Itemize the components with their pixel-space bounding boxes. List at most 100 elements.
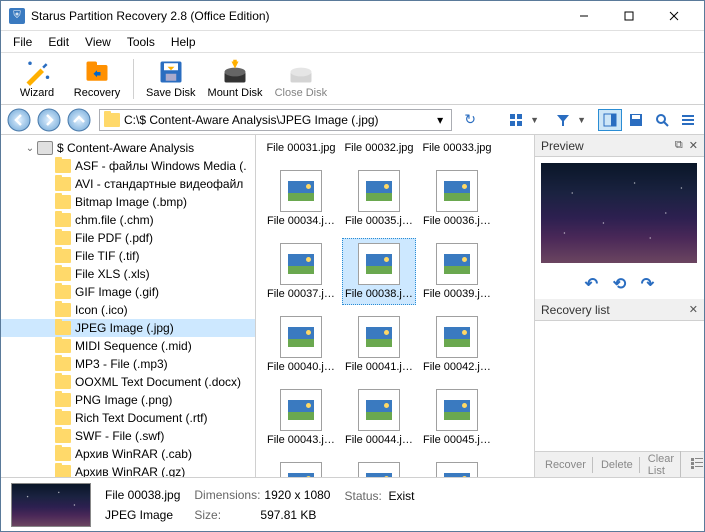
tree-root[interactable]: ⌄$ Content-Aware Analysis: [1, 139, 255, 157]
file-name: File 00037.jpg: [267, 288, 335, 300]
delete-button[interactable]: Delete: [595, 457, 640, 473]
tree-item[interactable]: PNG Image (.png): [1, 391, 255, 409]
tree-item[interactable]: Bitmap Image (.bmp): [1, 193, 255, 211]
file-item[interactable]: File 00031.jpg: [264, 141, 338, 159]
file-name: File 00031.jpg: [265, 142, 337, 154]
tree-item[interactable]: ASF - файлы Windows Media (.: [1, 157, 255, 175]
file-item[interactable]: File 00045.jpg: [420, 384, 494, 451]
file-name: File 00045.jpg: [423, 434, 491, 446]
recovery-list-close-icon[interactable]: ✕: [689, 303, 698, 316]
filter-dropdown[interactable]: ▼: [577, 115, 586, 125]
tree-item[interactable]: SWF - File (.swf): [1, 427, 255, 445]
preview-image: [541, 163, 697, 263]
close-disk-button: Close Disk: [271, 55, 332, 103]
status-size: 597.81 KB: [260, 508, 316, 522]
file-name: File 00034.jpg: [267, 215, 335, 227]
folder-icon: [104, 113, 120, 127]
tree-item[interactable]: File PDF (.pdf): [1, 229, 255, 247]
address-bar[interactable]: ▾: [99, 109, 452, 131]
window-title: Starus Partition Recovery 2.8 (Office Ed…: [31, 9, 561, 23]
file-item[interactable]: File 00036.jpg: [420, 165, 494, 232]
preview-area: [535, 157, 704, 269]
file-thumbnail-icon: [436, 170, 478, 212]
file-thumbnail-icon: [280, 462, 322, 477]
address-input[interactable]: [124, 113, 433, 127]
file-thumbnail-icon: [436, 243, 478, 285]
search-button[interactable]: [650, 109, 674, 131]
tree-item[interactable]: File XLS (.xls): [1, 265, 255, 283]
file-item[interactable]: File 00042.jpg: [420, 311, 494, 378]
nav-up-button[interactable]: [65, 107, 93, 133]
nav-back-button[interactable]: [5, 107, 33, 133]
filter-button[interactable]: [551, 109, 575, 131]
address-dropdown[interactable]: ▾: [433, 113, 447, 127]
menu-view[interactable]: View: [77, 33, 119, 51]
status-filename: File 00038.jpg: [105, 488, 180, 502]
view-mode-button[interactable]: [504, 109, 528, 131]
nav-forward-button[interactable]: [35, 107, 63, 133]
file-item[interactable]: File 00033.jpg: [420, 141, 494, 159]
maximize-button[interactable]: [606, 2, 651, 30]
file-item[interactable]: File 00040.jpg: [264, 311, 338, 378]
mount-disk-button[interactable]: Mount Disk: [204, 55, 267, 103]
tree-item[interactable]: Icon (.ico): [1, 301, 255, 319]
wizard-button[interactable]: Wizard: [9, 55, 65, 103]
menu-help[interactable]: Help: [163, 33, 204, 51]
file-thumbnail-icon: [358, 170, 400, 212]
tree-item[interactable]: MIDI Sequence (.mid): [1, 337, 255, 355]
recovery-buttons: Recover Delete Clear List: [535, 451, 704, 477]
refresh-button[interactable]: ↻: [458, 109, 482, 131]
folder-tree[interactable]: ⌄$ Content-Aware AnalysisASF - файлы Win…: [1, 135, 256, 477]
minimize-button[interactable]: [561, 2, 606, 30]
status-bar: File 00038.jpg JPEG Image Dimensions:192…: [1, 477, 704, 531]
close-button[interactable]: [651, 2, 696, 30]
clear-list-button[interactable]: Clear List: [642, 451, 681, 478]
tree-item[interactable]: MP3 - File (.mp3): [1, 355, 255, 373]
preview-close-icon[interactable]: ✕: [689, 139, 698, 152]
recovery-list[interactable]: [535, 321, 704, 451]
file-grid[interactable]: File 00031.jpg File 00032.jpgFile 00033.j…: [256, 135, 534, 477]
tree-item[interactable]: GIF Image (.gif): [1, 283, 255, 301]
file-item[interactable]: File 00041.jpg: [342, 311, 416, 378]
file-name: File 00039.jpg: [423, 288, 491, 300]
toolbar: Wizard Recovery Save Disk Mount Disk Clo…: [1, 53, 704, 105]
menu-tools[interactable]: Tools: [119, 33, 163, 51]
save-disk-button[interactable]: Save Disk: [142, 55, 200, 103]
file-item[interactable]: File 00048.jpg: [420, 457, 494, 477]
tree-item[interactable]: AVI - стандартные видеофайл: [1, 175, 255, 193]
save-view-button[interactable]: [624, 109, 648, 131]
tree-item[interactable]: JPEG Image (.jpg): [1, 319, 255, 337]
preview-pin-icon[interactable]: ⧉: [675, 139, 683, 152]
rotate-right-button[interactable]: ↷: [639, 275, 657, 293]
tree-item[interactable]: Rich Text Document (.rtf): [1, 409, 255, 427]
file-item[interactable]: File 00037.jpg: [264, 238, 338, 305]
options-button[interactable]: [676, 109, 700, 131]
file-item[interactable]: File 00039.jpg: [420, 238, 494, 305]
tree-item[interactable]: Архив WinRAR (.cab): [1, 445, 255, 463]
file-item[interactable]: File 00043.jpg: [264, 384, 338, 451]
tree-item[interactable]: chm.file (.chm): [1, 211, 255, 229]
recover-button[interactable]: Recover: [539, 457, 593, 473]
preview-pane-toggle[interactable]: [598, 109, 622, 131]
file-item[interactable]: File 00035.jpg: [342, 165, 416, 232]
tree-item[interactable]: OOXML Text Document (.docx): [1, 373, 255, 391]
navbar: ▾ ↻ ▼ ▼: [1, 105, 704, 135]
file-item[interactable]: File 00046.jpg: [264, 457, 338, 477]
tree-item[interactable]: Архив WinRAR (.gz): [1, 463, 255, 477]
rotate-reset-button[interactable]: ⟲: [611, 275, 629, 293]
file-item[interactable]: File 00044.jpg: [342, 384, 416, 451]
file-name: File 00040.jpg: [267, 361, 335, 373]
tree-item[interactable]: File TIF (.tif): [1, 247, 255, 265]
rotate-left-button[interactable]: ↶: [583, 275, 601, 293]
menu-file[interactable]: File: [5, 33, 40, 51]
view-mode-dropdown[interactable]: ▼: [530, 115, 539, 125]
file-name: File 00038.jpg: [345, 288, 413, 300]
file-item[interactable]: File 00047.jpg: [342, 457, 416, 477]
recovery-button[interactable]: Recovery: [69, 55, 125, 103]
file-item[interactable]: File 00032.jpg: [342, 141, 416, 159]
status-filetype: JPEG Image: [105, 508, 173, 522]
file-item[interactable]: File 00034.jpg: [264, 165, 338, 232]
menu-edit[interactable]: Edit: [40, 33, 77, 51]
recovery-options-icon[interactable]: [685, 455, 704, 474]
file-item[interactable]: File 00038.jpg: [342, 238, 416, 305]
